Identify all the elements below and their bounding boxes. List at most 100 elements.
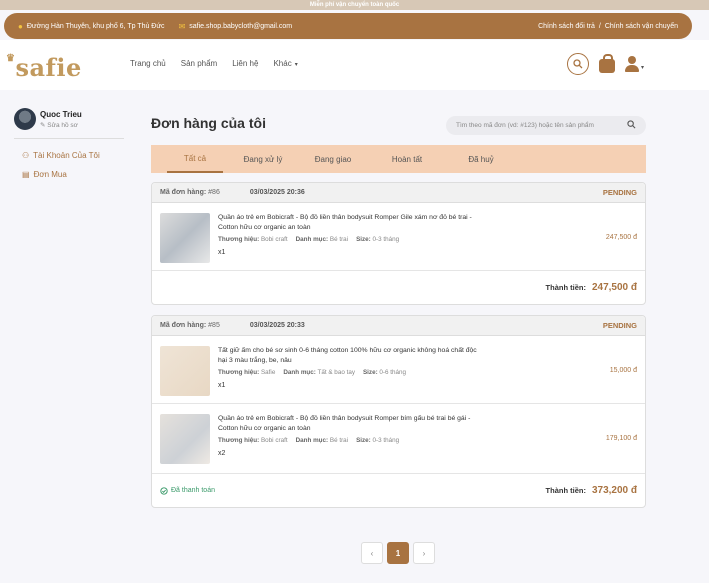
address-item: ● Đường Hàn Thuyên, khu phố 6, Tp Thủ Đứ… bbox=[18, 22, 165, 31]
product-image[interactable] bbox=[160, 213, 210, 263]
tab-completed[interactable]: Hoàn tất bbox=[379, 155, 435, 164]
page-1-button[interactable]: 1 bbox=[387, 542, 409, 564]
next-page-button[interactable]: › bbox=[413, 542, 435, 564]
order-total-row: Thành tiền: 247,500 đ bbox=[152, 271, 645, 304]
product-name[interactable]: Quần áo trẻ em Bobicraft - Bộ đồ liền th… bbox=[218, 213, 478, 233]
tab-processing[interactable]: Đang xử lý bbox=[235, 155, 291, 164]
order-header: Mã đơn hàng: #85 03/03/2025 20:33 PENDIN… bbox=[152, 316, 645, 336]
page-title: Đơn hàng của tôi bbox=[151, 115, 266, 131]
location-pin-icon: ● bbox=[18, 21, 23, 31]
nav-more[interactable]: Khác ▾ bbox=[273, 59, 297, 68]
paid-label: Đã thanh toán bbox=[171, 487, 215, 494]
brand-value: Safie bbox=[260, 369, 276, 376]
brand-label: Thương hiệu: bbox=[218, 369, 260, 376]
email-item[interactable]: ✉ safie.shop.babycloth@gmail.com bbox=[179, 22, 293, 31]
order-date: 03/03/2025 20:33 bbox=[249, 322, 305, 329]
order-item[interactable]: Tất giữ ấm cho bé sơ sinh 0-6 tháng cott… bbox=[152, 336, 645, 404]
order-code: #85 bbox=[208, 322, 220, 329]
sidebar-item-orders[interactable]: ▤ Đơn Mua bbox=[22, 170, 124, 179]
pencil-icon: ✎ bbox=[40, 121, 46, 129]
product-name[interactable]: Tất giữ ấm cho bé sơ sinh 0-6 tháng cott… bbox=[218, 346, 478, 366]
main-nav: Trang chủ Sản phẩm Liên hệ Khác ▾ bbox=[130, 59, 298, 68]
return-policy-link[interactable]: Chính sách đổi trả bbox=[538, 23, 595, 30]
search-icon bbox=[573, 59, 583, 69]
edit-profile-link[interactable]: ✎ Sửa hồ sơ bbox=[40, 121, 82, 129]
brand-value: Bobi craft bbox=[260, 437, 288, 444]
category-label: Danh mục: bbox=[295, 437, 329, 444]
order-card[interactable]: Mã đơn hàng: #86 03/03/2025 20:36 PENDIN… bbox=[151, 182, 646, 305]
product-price: 247,500 đ bbox=[605, 234, 637, 241]
email-text[interactable]: safie.shop.babycloth@gmail.com bbox=[189, 23, 292, 30]
order-code-label: Mã đơn hàng: bbox=[160, 322, 207, 329]
product-image[interactable] bbox=[160, 346, 210, 396]
user-menu[interactable]: ▾ bbox=[625, 56, 644, 72]
shipping-policy-link[interactable]: Chính sách vận chuyển bbox=[605, 23, 678, 30]
order-card[interactable]: Mã đơn hàng: #85 03/03/2025 20:33 PENDIN… bbox=[151, 315, 646, 508]
product-qty: x2 bbox=[218, 450, 226, 457]
nav-contact[interactable]: Liên hệ bbox=[232, 59, 258, 68]
product-image[interactable] bbox=[160, 414, 210, 464]
pagination: ‹ 1 › bbox=[361, 542, 435, 564]
order-item[interactable]: Quần áo trẻ em Bobicraft - Bộ đồ liền th… bbox=[152, 404, 645, 474]
profile-summary: Quoc Trieu ✎ Sửa hồ sơ bbox=[14, 108, 124, 139]
policy-separator: / bbox=[598, 22, 601, 30]
brand-value: Bobi craft bbox=[260, 236, 288, 243]
order-search-input[interactable]: Tìm theo mã đơn (vd: #123) hoặc tên sản … bbox=[446, 116, 646, 135]
promo-banner: Miễn phí vận chuyển toàn quốc bbox=[0, 0, 709, 10]
order-date: 03/03/2025 20:36 bbox=[249, 189, 305, 196]
size-value: 0-3 tháng bbox=[372, 437, 400, 444]
size-label: Size: bbox=[356, 236, 371, 243]
product-price: 179,100 đ bbox=[605, 435, 637, 442]
category-label: Danh mục: bbox=[295, 236, 329, 243]
product-meta: Thương hiệu: Bobi craft Danh mục: Bé tra… bbox=[218, 236, 399, 243]
order-total-row: Đã thanh toán Thành tiền: 373,200 đ bbox=[152, 474, 645, 507]
size-label: Size: bbox=[356, 437, 371, 444]
tab-all[interactable]: Tất cả bbox=[167, 145, 223, 173]
address-text: Đường Hàn Thuyên, khu phố 6, Tp Thủ Đức bbox=[26, 22, 165, 30]
nav-products[interactable]: Sản phẩm bbox=[181, 59, 217, 68]
category-value: Bé trai bbox=[329, 437, 349, 444]
size-value: 0-3 tháng bbox=[372, 236, 400, 243]
tab-cancelled[interactable]: Đã huỷ bbox=[453, 155, 509, 164]
nav-more-label: Khác bbox=[273, 59, 292, 68]
product-price: 15,000 đ bbox=[609, 367, 637, 374]
status-badge: PENDING bbox=[602, 321, 637, 330]
size-label: Size: bbox=[362, 369, 378, 376]
brand-label: Thương hiệu: bbox=[218, 236, 260, 243]
category-value: Bé trai bbox=[329, 236, 349, 243]
order-item[interactable]: Quần áo trẻ em Bobicraft - Bộ đồ liền th… bbox=[152, 203, 645, 271]
size-value: 0-6 tháng bbox=[379, 369, 407, 376]
logo-text: safie bbox=[15, 53, 82, 82]
sidebar-item-account[interactable]: ⚇ Tài Khoản Của Tôi bbox=[22, 151, 124, 160]
chevron-down-icon: ▾ bbox=[294, 62, 298, 68]
clipboard-icon: ▤ bbox=[22, 170, 30, 179]
tab-shipping[interactable]: Đang giao bbox=[305, 155, 361, 164]
product-qty: x1 bbox=[218, 249, 226, 256]
safie-logo[interactable]: ♛safie bbox=[6, 53, 82, 82]
total-label: Thành tiền: bbox=[545, 283, 586, 292]
product-meta: Thương hiệu: Safie Danh mục: Tất & bao t… bbox=[218, 369, 406, 376]
product-meta: Thương hiệu: Bobi craft Danh mục: Bé tra… bbox=[218, 437, 399, 444]
category-value: Tất & bao tay bbox=[317, 369, 355, 376]
paid-status: Đã thanh toán bbox=[160, 486, 215, 495]
prev-page-button[interactable]: ‹ bbox=[361, 542, 383, 564]
top-info-bar: ● Đường Hàn Thuyên, khu phố 6, Tp Thủ Đứ… bbox=[4, 13, 692, 39]
product-name[interactable]: Quần áo trẻ em Bobicraft - Bộ đồ liền th… bbox=[218, 414, 478, 434]
chevron-down-icon: ▾ bbox=[641, 64, 645, 71]
order-code-label: Mã đơn hàng: bbox=[160, 189, 207, 196]
site-header: ♛safie Trang chủ Sản phẩm Liên hệ Khác ▾ … bbox=[0, 40, 709, 90]
user-icon bbox=[625, 56, 639, 72]
profile-name: Quoc Trieu bbox=[40, 109, 82, 119]
account-sidebar: Quoc Trieu ✎ Sửa hồ sơ ⚇ Tài Khoản Của T… bbox=[14, 108, 124, 179]
nav-home[interactable]: Trang chủ bbox=[130, 59, 166, 68]
search-icon[interactable] bbox=[627, 120, 636, 131]
sidebar-item-orders-label: Đơn Mua bbox=[33, 170, 67, 179]
mail-icon: ✉ bbox=[178, 21, 186, 31]
cart-bag-icon[interactable] bbox=[599, 54, 615, 73]
check-circle-icon bbox=[160, 486, 168, 495]
total-label: Thành tiền: bbox=[545, 486, 586, 495]
search-button[interactable] bbox=[567, 53, 589, 75]
order-header: Mã đơn hàng: #86 03/03/2025 20:36 PENDIN… bbox=[152, 183, 645, 203]
status-badge: PENDING bbox=[602, 188, 637, 197]
total-value: 373,200 đ bbox=[591, 485, 637, 496]
